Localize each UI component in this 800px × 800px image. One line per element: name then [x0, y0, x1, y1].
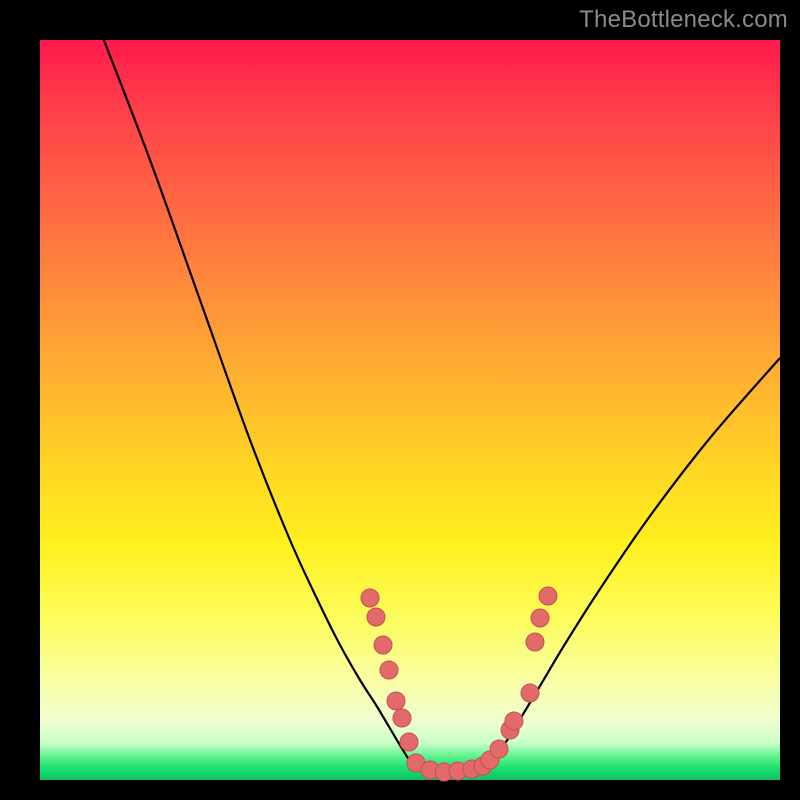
- curve-marker: [526, 633, 544, 651]
- curve-marker: [505, 712, 523, 730]
- curve-marker: [531, 609, 549, 627]
- bottleneck-curve: [100, 30, 780, 772]
- plot-area: [40, 40, 780, 780]
- curve-marker: [361, 589, 379, 607]
- curve-marker: [387, 692, 405, 710]
- chart-frame: TheBottleneck.com: [0, 0, 800, 800]
- curve-marker: [539, 587, 557, 605]
- curve-marker: [490, 740, 508, 758]
- curve-markers: [361, 587, 557, 781]
- curve-marker: [393, 709, 411, 727]
- curve-marker: [380, 661, 398, 679]
- watermark-text: TheBottleneck.com: [579, 6, 788, 34]
- curve-svg: [40, 40, 780, 780]
- curve-marker: [367, 608, 385, 626]
- curve-marker: [521, 684, 539, 702]
- curve-marker: [374, 636, 392, 654]
- curve-marker: [400, 733, 418, 751]
